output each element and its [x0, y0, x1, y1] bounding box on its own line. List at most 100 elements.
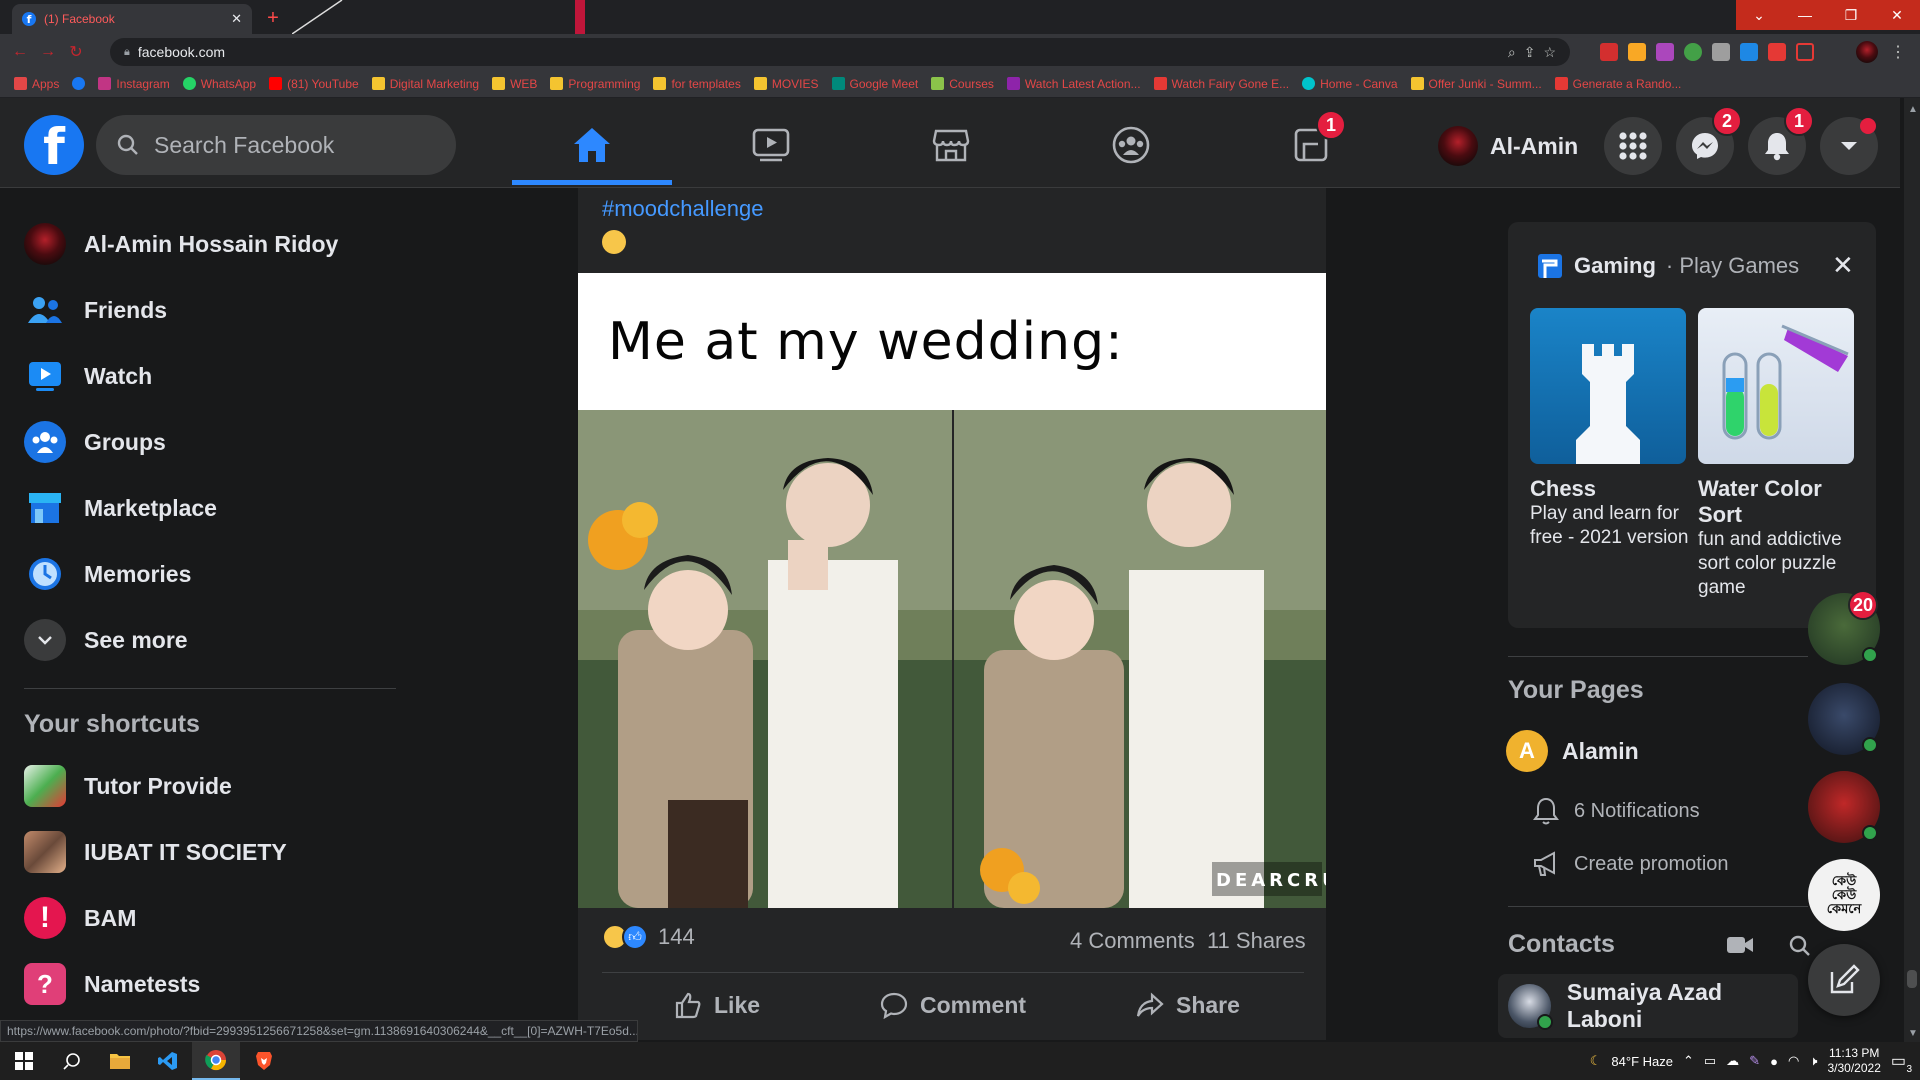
bookmark-item[interactable]: WhatsApp: [182, 77, 256, 91]
address-bar[interactable]: 🔒︎ facebook.com ⌕ ⇪ ☆: [110, 38, 1570, 66]
page-notifications[interactable]: 6 Notifications: [1532, 796, 1700, 826]
tab-gaming[interactable]: [1251, 110, 1371, 180]
bookmark-item[interactable]: Generate a Rando...: [1554, 77, 1681, 91]
forward-icon[interactable]: →: [34, 38, 62, 66]
bookmark-folder[interactable]: Programming: [550, 77, 640, 91]
profile-button[interactable]: Al-Amin: [1438, 120, 1578, 172]
tab-home[interactable]: [532, 110, 652, 180]
sidebar-item-watch[interactable]: Watch: [24, 346, 152, 406]
bookmark-folder[interactable]: Digital Marketing: [371, 77, 479, 91]
weather-text[interactable]: 84°F Haze: [1611, 1054, 1673, 1069]
zoom-icon[interactable]: ⌕: [1508, 44, 1516, 61]
like-button[interactable]: Like: [674, 983, 760, 1027]
share-icon[interactable]: ⇪: [1524, 44, 1536, 61]
close-window-button[interactable]: ✕: [1874, 0, 1920, 30]
sidebar-item-profile[interactable]: Al-Amin Hossain Ridoy: [24, 214, 338, 274]
restore-button[interactable]: ❐: [1828, 0, 1874, 30]
create-promotion[interactable]: Create promotion: [1532, 850, 1729, 878]
wifi-icon[interactable]: ◠: [1788, 1053, 1799, 1069]
vscode-icon[interactable]: [144, 1042, 192, 1080]
back-icon[interactable]: ←: [6, 38, 34, 66]
minimize-button[interactable]: —: [1782, 0, 1828, 30]
extension-icon[interactable]: [1656, 43, 1674, 61]
reload-icon[interactable]: ↻: [62, 38, 90, 66]
chat-head[interactable]: [1808, 683, 1880, 755]
puzzle-icon[interactable]: [1768, 43, 1786, 61]
windows-start-icon[interactable]: [0, 1042, 48, 1080]
extension-icon[interactable]: [1600, 43, 1618, 61]
game-info-chess[interactable]: Chess Play and learn for free - 2021 ver…: [1530, 476, 1690, 550]
shortcut-item[interactable]: ? Nametests: [24, 954, 200, 1014]
bookmark-item[interactable]: Instagram: [98, 77, 170, 91]
pen-icon[interactable]: ✎: [1749, 1053, 1760, 1069]
microphone-icon[interactable]: ●: [1770, 1054, 1778, 1069]
menu-button[interactable]: [1604, 117, 1662, 175]
sidebar-item-marketplace[interactable]: Marketplace: [24, 478, 217, 538]
bookmark-item[interactable]: Offer Junki - Summ...: [1410, 77, 1542, 91]
brave-icon[interactable]: [240, 1042, 288, 1080]
close-icon[interactable]: ✕: [1832, 250, 1854, 281]
bookmark-item[interactable]: Google Meet: [831, 77, 918, 91]
extension-icon[interactable]: [1628, 43, 1646, 61]
shares-link[interactable]: 11 Shares: [1207, 928, 1306, 953]
network-icon[interactable]: ▭: [1704, 1053, 1716, 1069]
bookmark-item[interactable]: Courses: [931, 77, 994, 91]
sidebar-item-friends[interactable]: Friends: [24, 280, 167, 340]
scroll-up-icon[interactable]: ▲: [1908, 104, 1918, 115]
comment-button[interactable]: Comment: [880, 983, 1026, 1027]
extension-icon[interactable]: [1740, 43, 1758, 61]
new-tab-button[interactable]: +: [262, 7, 284, 29]
shortcut-item[interactable]: Tutor Provide: [24, 756, 232, 816]
chat-head-group[interactable]: কেউ কেউ কেমনে: [1808, 859, 1880, 931]
tray-chevron-icon[interactable]: ⌃: [1683, 1053, 1694, 1069]
bookmark-star-icon[interactable]: ☆: [1543, 44, 1556, 61]
page-item[interactable]: A Alamin: [1506, 730, 1639, 772]
chat-head[interactable]: [1808, 771, 1880, 843]
bookmark-item[interactable]: Watch Latest Action...: [1006, 77, 1141, 91]
tab-search-button[interactable]: ⌄: [1736, 0, 1782, 30]
browser-tab[interactable]: f (1) Facebook ✕: [12, 4, 252, 34]
sidebar-item-groups[interactable]: Groups: [24, 412, 166, 472]
scrollbar-thumb[interactable]: [1907, 970, 1917, 988]
bookmark-item[interactable]: Watch Fairy Gone E...: [1153, 77, 1289, 91]
bookmark-folder[interactable]: MOVIES: [753, 77, 819, 91]
tab-marketplace[interactable]: [891, 110, 1011, 180]
bookmark-item[interactable]: Apps: [14, 77, 59, 91]
search-icon[interactable]: [1788, 934, 1812, 963]
tab-groups[interactable]: [1071, 110, 1191, 180]
water-sort-thumbnail[interactable]: [1698, 308, 1854, 464]
sidebar-item-memories[interactable]: Memories: [24, 544, 191, 604]
file-explorer-icon[interactable]: [96, 1042, 144, 1080]
shortcut-item[interactable]: IUBAT IT SOCIETY: [24, 822, 287, 882]
gaming-title[interactable]: Gaming: [1574, 253, 1656, 279]
bookmark-item[interactable]: Home - Canva: [1302, 77, 1398, 91]
video-call-icon[interactable]: [1726, 934, 1754, 961]
hashtag-link[interactable]: #moodchallenge: [602, 196, 763, 222]
bookmark-folder[interactable]: for templates: [653, 77, 741, 91]
bookmark-item[interactable]: [72, 77, 86, 90]
browser-profile-avatar[interactable]: [1856, 41, 1878, 63]
search-icon[interactable]: [48, 1042, 96, 1080]
reaction-summary[interactable]: 👍︎ 144: [602, 924, 695, 950]
volume-icon[interactable]: 🕨︎: [1809, 1053, 1817, 1069]
bookmark-folder[interactable]: WEB: [492, 77, 537, 91]
sidepanel-icon[interactable]: [1796, 43, 1814, 61]
tab-watch[interactable]: [711, 110, 831, 180]
chess-game-thumbnail[interactable]: [1530, 308, 1686, 464]
search-input[interactable]: Search Facebook: [96, 115, 456, 175]
bookmark-item[interactable]: (81) YouTube: [269, 77, 359, 91]
game-info-watersort[interactable]: Water Color Sort fun and addictive sort …: [1698, 476, 1858, 600]
chrome-taskbar-icon[interactable]: [192, 1042, 240, 1080]
comments-link[interactable]: 4 Comments: [1070, 928, 1195, 953]
post-photo-right[interactable]: DEARCRUSH: [954, 410, 1326, 908]
clock[interactable]: 11:13 PM 3/30/2022: [1827, 1046, 1880, 1076]
new-message-button[interactable]: [1808, 944, 1880, 1016]
scrollbar[interactable]: [1904, 98, 1920, 1042]
share-button[interactable]: Share: [1136, 983, 1240, 1027]
see-more-button[interactable]: See more: [24, 610, 188, 670]
extension-icon[interactable]: [1712, 43, 1730, 61]
extension-icon[interactable]: [1684, 43, 1702, 61]
scroll-down-icon[interactable]: ▼: [1908, 1028, 1918, 1039]
cloud-icon[interactable]: ☁︎: [1726, 1053, 1739, 1069]
notification-center-icon[interactable]: ▭ 3: [1891, 1051, 1912, 1075]
